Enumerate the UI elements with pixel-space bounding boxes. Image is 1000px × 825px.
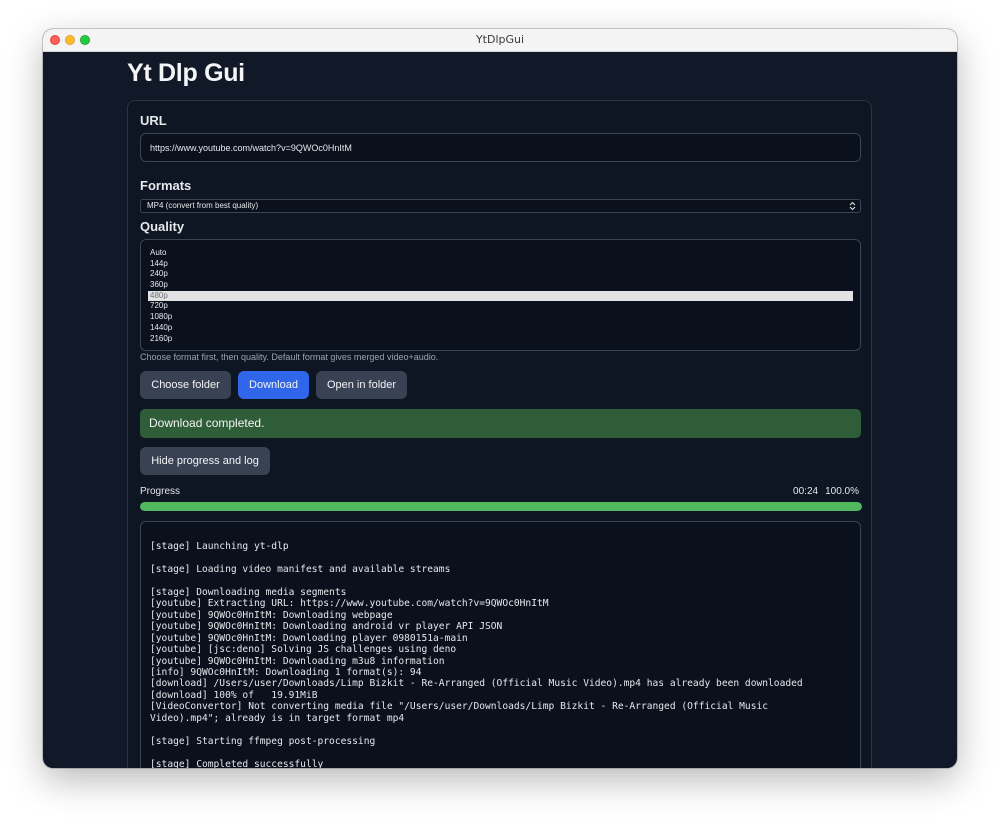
- quality-option[interactable]: 2160p: [148, 334, 853, 345]
- quality-option[interactable]: 720p: [148, 301, 853, 312]
- log-line: Video).mp4"; already is in target format…: [150, 712, 405, 724]
- progress-bar-fill: [140, 502, 862, 511]
- formats-label: Formats: [140, 178, 192, 193]
- log-output[interactable]: [stage] Launching yt-dlp [stage] Loading …: [140, 521, 861, 768]
- hide-progress-button[interactable]: Hide progress and log: [140, 447, 270, 475]
- quality-option[interactable]: 144p: [148, 259, 853, 270]
- elapsed-time: 00:24: [793, 486, 819, 497]
- status-message: Download completed.: [140, 409, 861, 438]
- select-chevrons-icon: [849, 201, 856, 211]
- main-panel: URL Formats MP4 (convert from best quali…: [127, 100, 872, 768]
- url-input[interactable]: [140, 133, 861, 162]
- choose-folder-button[interactable]: Choose folder: [140, 371, 231, 399]
- log-line: [youtube] 9QWOc0HnItM: Downloading playe…: [150, 632, 468, 644]
- title-bar: YtDlpGui: [43, 29, 957, 52]
- log-line: [info] 9QWOc0HnItM: Downloading 1 format…: [150, 666, 422, 678]
- format-select-value: MP4 (convert from best quality): [147, 201, 259, 210]
- quality-option[interactable]: 1080p: [148, 312, 853, 323]
- quality-listbox[interactable]: Auto 144p 240p 360p 480p 720p 1080p 1440…: [140, 239, 861, 351]
- quality-hint: Choose format first, then quality. Defau…: [140, 352, 439, 362]
- log-line: [stage] Launching yt-dlp: [150, 541, 289, 552]
- log-line: [download] 100% of 19.91MiB: [150, 689, 318, 701]
- quality-option[interactable]: 1440p: [148, 323, 853, 334]
- log-line: [VideoConvertor] Not converting media fi…: [150, 701, 769, 713]
- log-line: [youtube] 9QWOc0HnItM: Downloading webpa…: [150, 609, 393, 621]
- format-select[interactable]: MP4 (convert from best quality): [140, 199, 861, 213]
- progress-stats: 00:24 100.0%: [793, 486, 859, 497]
- progress-percent: 100.0%: [825, 486, 859, 497]
- download-button[interactable]: Download: [238, 371, 309, 399]
- app-window: YtDlpGui Yt Dlp Gui URL Formats MP4 (con…: [43, 29, 957, 768]
- open-in-folder-button[interactable]: Open in folder: [316, 371, 407, 399]
- log-line: [youtube] 9QWOc0HnItM: Downloading andro…: [150, 621, 503, 633]
- page-title: Yt Dlp Gui: [127, 59, 245, 87]
- log-line: [stage] Loading video manifest and avail…: [150, 563, 451, 575]
- quality-option[interactable]: 360p: [148, 280, 853, 291]
- log-line: [download] /Users/user/Downloads/Limp Bi…: [150, 678, 803, 690]
- log-line: [youtube] Extracting URL: https://www.yo…: [150, 598, 549, 610]
- quality-option[interactable]: Auto: [148, 248, 853, 259]
- log-line: [stage] Completed successfully: [150, 758, 324, 768]
- url-label: URL: [140, 113, 167, 128]
- window-title: YtDlpGui: [475, 33, 525, 46]
- quality-option[interactable]: 480p: [148, 290, 853, 302]
- quality-option[interactable]: 240p: [148, 269, 853, 280]
- log-line: [youtube] [jsc:deno] Solving JS challeng…: [150, 644, 457, 656]
- log-line: [stage] Downloading media segments: [150, 586, 347, 598]
- progress-bar: [140, 502, 862, 511]
- progress-label: Progress: [140, 486, 181, 497]
- log-line: [youtube] 9QWOc0HnItM: Downloading m3u8 …: [150, 655, 445, 667]
- quality-label: Quality: [140, 219, 185, 234]
- log-line: [stage] Starting ffmpeg post-processing: [150, 735, 376, 747]
